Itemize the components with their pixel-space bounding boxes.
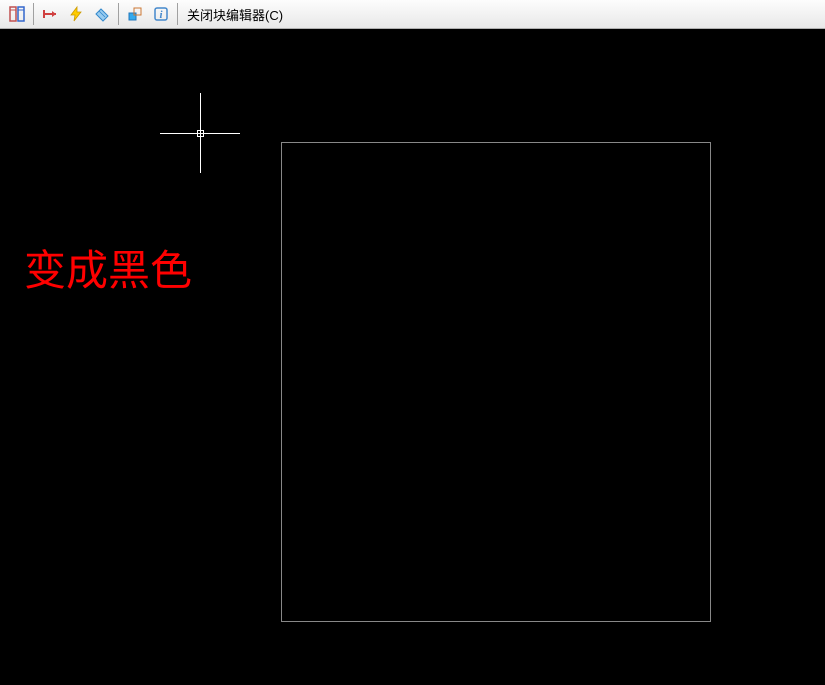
info-button[interactable]: i: [149, 2, 173, 26]
svg-text:i: i: [159, 9, 163, 21]
action-button[interactable]: [64, 2, 88, 26]
close-block-editor-button[interactable]: 关闭块编辑器(C): [181, 5, 289, 24]
visibility-button[interactable]: [123, 2, 147, 26]
drawing-canvas[interactable]: 变成黑色: [0, 29, 825, 685]
block-boundary-rectangle: [281, 142, 711, 622]
toolbar-separator: [33, 3, 34, 25]
linear-parameter-button[interactable]: [38, 2, 62, 26]
toolbar: i 关闭块编辑器(C): [0, 0, 825, 29]
annotation-text: 变成黑色: [24, 237, 192, 298]
attribute-button[interactable]: [90, 2, 114, 26]
toolbar-separator: [177, 3, 178, 25]
parameter-icon-button[interactable]: [5, 2, 29, 26]
toolbar-separator: [118, 3, 119, 25]
